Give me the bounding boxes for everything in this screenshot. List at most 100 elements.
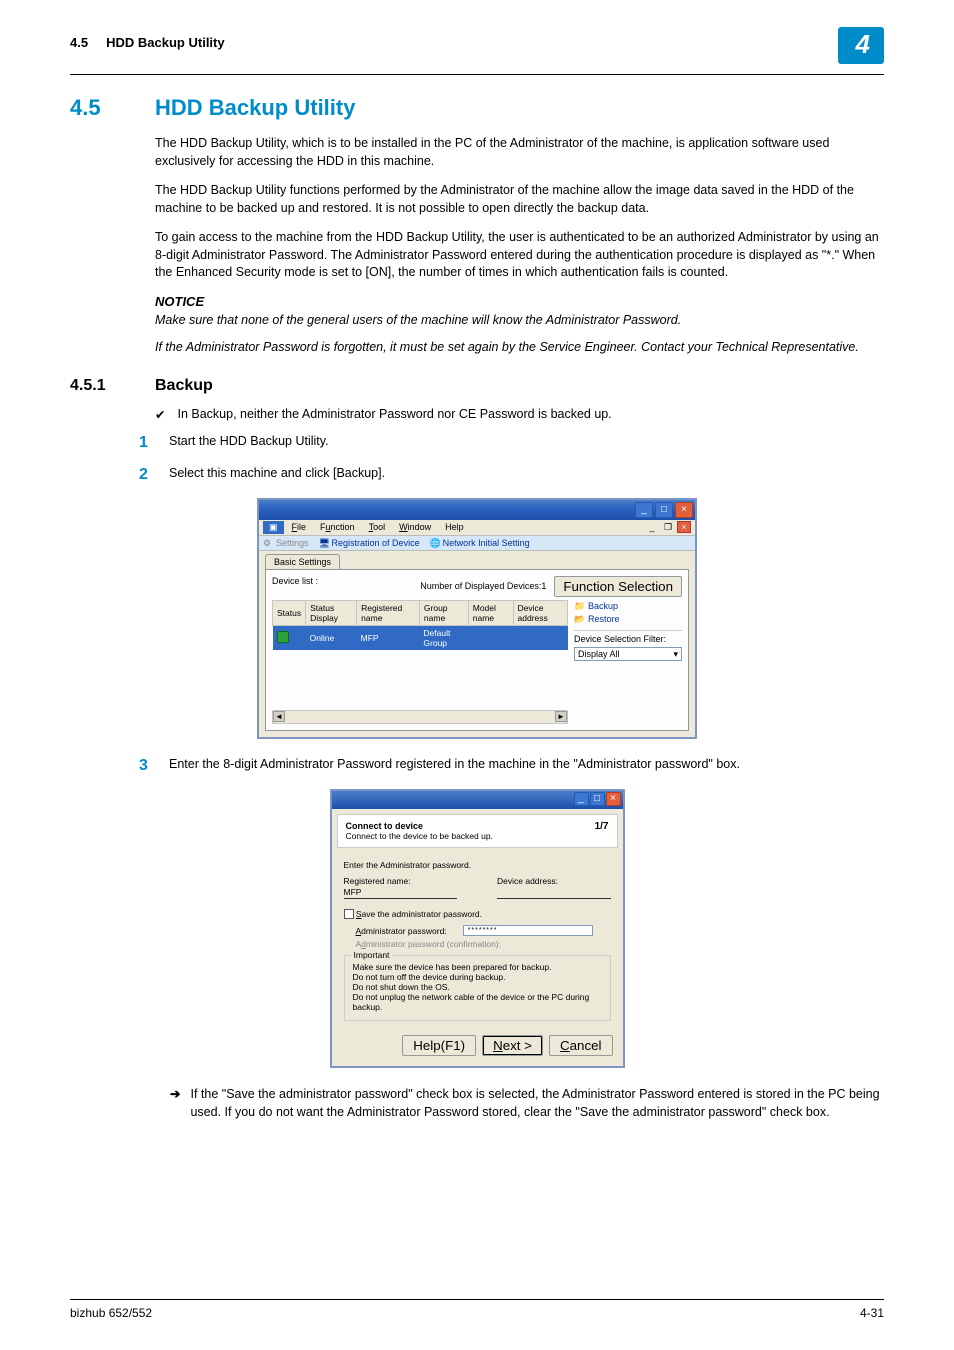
check-item: ✔ In Backup, neither the Administrator P…	[155, 407, 884, 422]
online-status-icon	[277, 631, 289, 643]
dialog-maximize-icon[interactable]: □	[590, 792, 605, 806]
horizontal-scrollbar[interactable]: ◄ ►	[272, 710, 568, 724]
device-address-label: Device address:	[497, 876, 611, 886]
minimize-icon[interactable]: _	[635, 502, 653, 518]
step-1-num: 1	[139, 434, 169, 452]
toolbar: ⚙Settings 🖥Registration of Device 🌐Netwo…	[259, 535, 695, 551]
header-section-title: HDD Backup Utility	[106, 35, 224, 50]
important-line3: Do not shut down the OS.	[353, 982, 602, 992]
scroll-left-icon[interactable]: ◄	[273, 711, 285, 722]
col-status-display[interactable]: Status Display	[306, 600, 357, 625]
arrow-icon: ➔	[170, 1086, 180, 1121]
maximize-icon[interactable]: □	[655, 502, 673, 518]
footer-right: 4-31	[860, 1306, 884, 1320]
registered-name-value: MFP	[344, 886, 458, 899]
important-line1: Make sure the device has been prepared f…	[353, 962, 602, 972]
window-title-bar: _ □ ×	[259, 500, 695, 520]
chapter-badge: 4	[838, 27, 884, 64]
notice-line2: If the Administrator Password is forgott…	[155, 339, 884, 357]
toolbar-network[interactable]: 🌐Network Initial Setting	[430, 538, 530, 548]
notice-line1: Make sure that none of the general users…	[155, 312, 884, 330]
important-line4: Do not unplug the network cable of the d…	[353, 992, 602, 1012]
menu-function[interactable]: Function	[314, 521, 361, 533]
menu-help[interactable]: Help	[439, 521, 470, 533]
h1-title: HDD Backup Utility	[155, 95, 355, 121]
backup-link[interactable]: 📁Backup	[574, 600, 682, 613]
step-3-num: 3	[139, 757, 169, 775]
device-list-label: Device list :	[272, 576, 318, 597]
important-box: Important Make sure the device has been …	[344, 955, 611, 1021]
restore-icon: 📂	[574, 614, 585, 625]
menu-file[interactable]: File	[286, 521, 313, 533]
page-header: 4.5 HDD Backup Utility 4	[70, 35, 884, 75]
col-model[interactable]: Model name	[468, 600, 513, 625]
restore-link[interactable]: 📂Restore	[574, 613, 682, 626]
inner-close-icon[interactable]: ×	[677, 521, 691, 533]
menu-tool[interactable]: Tool	[363, 521, 392, 533]
toolbar-settings[interactable]: ⚙Settings	[263, 538, 309, 548]
device-count-label: Number of Displayed Devices:1	[420, 581, 546, 591]
paragraph-3: To gain access to the machine from the H…	[155, 229, 884, 282]
admin-password-field[interactable]: ********	[463, 925, 593, 936]
dialog-title-bar: _ □ ×	[332, 791, 623, 809]
cancel-button[interactable]: Cancel	[549, 1035, 613, 1056]
save-password-checkbox[interactable]	[344, 909, 354, 919]
close-icon[interactable]: ×	[675, 502, 693, 518]
save-password-label: Save the administrator password.	[356, 909, 482, 919]
col-reg-name[interactable]: Registered name	[357, 600, 420, 625]
page-footer: bizhub 652/552 4-31	[70, 1299, 884, 1320]
dialog-page-indicator: 1/7	[595, 821, 609, 832]
col-status[interactable]: Status	[273, 600, 306, 625]
tab-basic-settings[interactable]: Basic Settings	[265, 554, 340, 569]
display-filter-select[interactable]: Display All▾	[574, 647, 682, 661]
dialog-heading: Connect to device	[346, 821, 493, 831]
h1-number: 4.5	[70, 95, 155, 121]
important-legend: Important	[351, 950, 393, 960]
backup-icon: 📁	[574, 601, 585, 612]
step-3-text: Enter the 8-digit Administrator Password…	[169, 757, 884, 775]
device-address-value	[497, 886, 611, 899]
arrow-text: If the "Save the administrator password"…	[190, 1086, 884, 1121]
table-row[interactable]: Online MFP Default Group	[273, 625, 568, 650]
scroll-right-icon[interactable]: ►	[555, 711, 567, 722]
filter-label: Device Selection Filter:	[574, 634, 682, 644]
toolbar-register[interactable]: 🖥Registration of Device	[319, 538, 420, 548]
registered-name-label: Registered name:	[344, 876, 458, 886]
cell-model	[468, 625, 513, 650]
cell-reg-name: MFP	[357, 625, 420, 650]
menu-bar: ▣ File Function Tool Window Help _ ❐ ×	[259, 520, 695, 535]
device-icon: 🖥	[319, 538, 329, 548]
function-selection-button[interactable]: Function Selection	[554, 576, 682, 597]
step-2-num: 2	[139, 466, 169, 484]
dialog-subheading: Connect to the device to be backed up.	[346, 831, 493, 841]
cell-status-display: Online	[306, 625, 357, 650]
help-button[interactable]: Help(F1)	[402, 1035, 476, 1056]
dialog-close-icon[interactable]: ×	[606, 792, 621, 806]
notice-label: NOTICE	[155, 294, 884, 309]
inner-restore-icon[interactable]: ❐	[661, 521, 675, 533]
enter-password-label: Enter the Administrator password.	[344, 860, 611, 870]
check-icon: ✔	[155, 407, 165, 422]
step-2-text: Select this machine and click [Backup].	[169, 466, 884, 484]
gear-icon: ⚙	[263, 538, 273, 548]
col-group[interactable]: Group name	[419, 600, 468, 625]
paragraph-2: The HDD Backup Utility functions perform…	[155, 182, 884, 217]
paragraph-1: The HDD Backup Utility, which is to be i…	[155, 135, 884, 170]
h2-number: 4.5.1	[70, 377, 155, 395]
step-1-text: Start the HDD Backup Utility.	[169, 434, 884, 452]
next-button[interactable]: Next >	[482, 1035, 543, 1056]
network-icon: 🌐	[430, 538, 440, 548]
device-table: Status Status Display Registered name Gr…	[272, 600, 568, 650]
footer-left: bizhub 652/552	[70, 1306, 152, 1320]
window-icon[interactable]: ▣	[263, 521, 284, 534]
inner-minimize-icon[interactable]: _	[645, 521, 659, 533]
admin-password-confirm-label: Administrator password (confirmation):	[356, 939, 502, 949]
menu-window[interactable]: Window	[393, 521, 437, 533]
important-line2: Do not turn off the device during backup…	[353, 972, 602, 982]
connect-device-dialog: _ □ × Connect to device Connect to the d…	[330, 789, 625, 1069]
check-text: In Backup, neither the Administrator Pas…	[177, 407, 611, 422]
admin-password-label: Administrator password:	[356, 926, 447, 936]
dialog-minimize-icon[interactable]: _	[574, 792, 589, 806]
backup-utility-window: _ □ × ▣ File Function Tool Window Help _…	[257, 498, 697, 739]
col-addr[interactable]: Device address	[513, 600, 567, 625]
